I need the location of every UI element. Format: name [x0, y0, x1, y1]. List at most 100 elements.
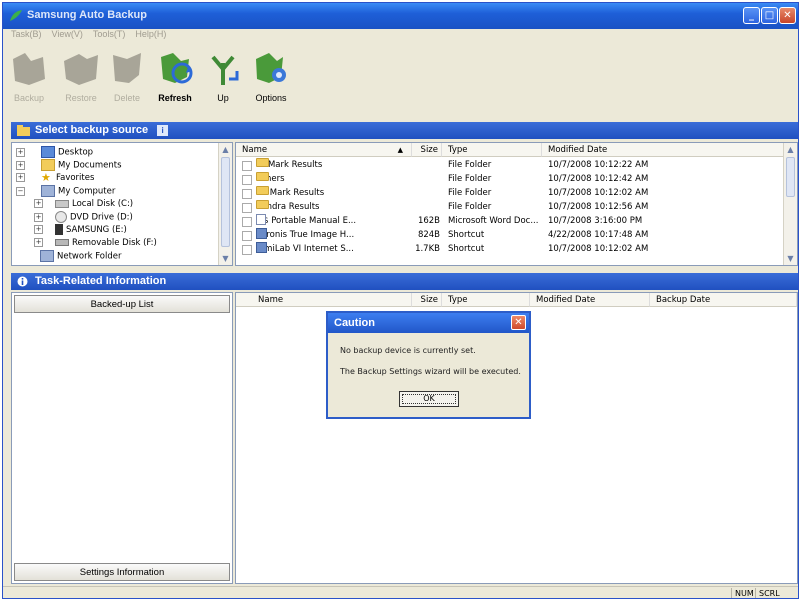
file-modified-date: 10/7/2008 10:12:56 AM	[548, 202, 649, 212]
column-modified-date[interactable]: Modified Date	[542, 143, 785, 157]
task-column-size[interactable]: Size	[412, 293, 442, 307]
file-name: PC Mark Results	[256, 186, 325, 198]
restore-button[interactable]: Restore	[57, 49, 105, 113]
file-type: File Folder	[448, 188, 492, 198]
column-type[interactable]: Type	[442, 143, 542, 157]
caution-dialog: Caution ✕ No backup device is currently …	[326, 311, 531, 419]
file-type: File Folder	[448, 160, 492, 170]
file-name: ~$ Portable Manual E...	[256, 214, 357, 226]
expand-icon[interactable]: +	[16, 160, 25, 170]
column-name[interactable]: Name ▲	[236, 143, 412, 157]
title-bar: Samsung Auto Backup _ □ ✕	[3, 3, 798, 29]
task-column-backup-date[interactable]: Backup Date	[650, 293, 797, 307]
scroll-thumb[interactable]	[786, 157, 795, 197]
up-button[interactable]: Up	[199, 49, 247, 113]
scroll-lock-indicator: SCRL	[755, 588, 783, 598]
menu-tools[interactable]: Tools(T)	[93, 29, 126, 43]
file-size: 824B	[417, 230, 440, 240]
backup-button[interactable]: Backup	[5, 49, 53, 113]
dialog-close-button[interactable]: ✕	[511, 315, 526, 330]
expand-icon[interactable]: +	[16, 147, 25, 157]
task-column-name[interactable]: Name	[236, 293, 412, 307]
file-type: File Folder	[448, 174, 492, 184]
file-row[interactable]: Others File Folder 10/7/2008 10:12:42 AM	[236, 172, 785, 186]
collapse-icon[interactable]: −	[16, 186, 25, 196]
row-checkbox[interactable]	[242, 203, 252, 213]
expand-icon[interactable]: +	[34, 199, 43, 208]
hard-disk-icon	[55, 199, 69, 208]
app-window: Samsung Auto Backup _ □ ✕ Task(B) View(V…	[2, 2, 799, 599]
toolbar: Backup Restore Delete Refresh Up Options	[3, 43, 798, 115]
file-name: Others	[256, 172, 285, 184]
file-size: 1.7KB	[415, 244, 440, 254]
file-type: File Folder	[448, 202, 492, 212]
scroll-up-icon[interactable]: ▲	[220, 144, 231, 155]
file-modified-date: 10/7/2008 10:12:02 AM	[548, 188, 649, 198]
file-row[interactable]: PC Mark Results File Folder 10/7/2008 10:1…	[236, 186, 785, 200]
file-row[interactable]: Sandra Results File Folder 10/7/2008 10:12…	[236, 200, 785, 214]
file-row[interactable]: 3DMark Results File Folder 10/7/2008 10:12…	[236, 158, 785, 172]
tree-item-my-computer[interactable]: − My Computer	[16, 185, 115, 198]
folder-icon	[256, 200, 269, 209]
file-row[interactable]: AlmiLab VI Internet S... 1.7KB Shortcut 10/…	[236, 242, 785, 256]
expand-icon[interactable]: +	[34, 225, 43, 234]
file-list: Name ▲ Size Type Modified Date 3DMark Res…	[235, 142, 798, 266]
tree-item-removable-disk[interactable]: + Removable Disk (F:)	[34, 237, 157, 250]
delete-button[interactable]: Delete	[103, 49, 151, 113]
column-size[interactable]: Size	[412, 143, 442, 157]
tree-item-desktop[interactable]: + Desktop	[16, 146, 93, 159]
tree-item-dvd-drive[interactable]: + DVD Drive (D:)	[34, 211, 133, 224]
expand-icon[interactable]: +	[16, 173, 25, 182]
info-circle-icon	[17, 276, 28, 287]
file-name: 3DMark Results	[256, 158, 323, 170]
file-row[interactable]: Acronis True Image H... 824B Shortcut 4/22/…	[236, 228, 785, 242]
file-name: Acronis True Image H...	[256, 228, 355, 240]
settings-information-button[interactable]: Settings Information	[14, 563, 230, 581]
row-checkbox[interactable]	[242, 161, 252, 171]
task-column-type[interactable]: Type	[442, 293, 530, 307]
expand-icon[interactable]: +	[34, 238, 43, 247]
menu-help[interactable]: Help(H)	[135, 29, 166, 43]
tree-scrollbar[interactable]: ▲ ▼	[218, 143, 232, 265]
ok-button[interactable]: OK	[399, 391, 459, 407]
scroll-down-icon[interactable]: ▼	[220, 253, 231, 264]
expand-icon[interactable]: +	[34, 212, 43, 222]
minimize-button[interactable]: _	[743, 7, 760, 24]
num-lock-indicator: NUM	[731, 588, 757, 598]
row-checkbox[interactable]	[242, 189, 252, 199]
folder-icon	[17, 125, 30, 136]
tree-item-favorites[interactable]: + ★ Favorites	[16, 172, 94, 185]
task-column-modified-date[interactable]: Modified Date	[530, 293, 650, 307]
folder-icon	[256, 158, 269, 167]
maximize-button[interactable]: □	[761, 7, 778, 24]
row-checkbox[interactable]	[242, 175, 252, 185]
star-icon: ★	[41, 170, 51, 184]
tree-item-my-documents[interactable]: + My Documents	[16, 159, 122, 172]
backed-up-list-button[interactable]: Backed-up List	[14, 295, 230, 313]
row-checkbox[interactable]	[242, 231, 252, 241]
dialog-message-line2: The Backup Settings wizard will be execu…	[340, 367, 521, 376]
file-row[interactable]: ~$ Portable Manual E... 162B Microsoft Wor…	[236, 214, 785, 228]
tree-item-network-folder[interactable]: Network Folder	[16, 250, 121, 263]
word-document-icon	[256, 214, 266, 225]
documents-folder-icon	[41, 159, 55, 171]
scroll-up-icon[interactable]: ▲	[785, 144, 796, 155]
scroll-down-icon[interactable]: ▼	[785, 253, 796, 264]
info-icon[interactable]: i	[157, 124, 169, 136]
close-button[interactable]: ✕	[779, 7, 796, 24]
task-left-pane: Backed-up List Settings Information	[11, 292, 233, 584]
scroll-thumb[interactable]	[221, 157, 230, 247]
computer-icon	[41, 185, 55, 197]
refresh-icon	[161, 53, 193, 84]
menu-view[interactable]: View(V)	[52, 29, 83, 43]
row-checkbox[interactable]	[242, 245, 252, 255]
refresh-button[interactable]: Refresh	[151, 49, 199, 113]
file-list-scrollbar[interactable]: ▲ ▼	[783, 143, 797, 265]
file-modified-date: 10/7/2008 3:16:00 PM	[548, 216, 643, 226]
options-button[interactable]: Options	[247, 49, 295, 113]
file-type: Shortcut	[448, 230, 485, 240]
tree-item-samsung[interactable]: + SAMSUNG (E:)	[34, 224, 127, 237]
tree-item-local-disk[interactable]: + Local Disk (C:)	[34, 198, 133, 211]
row-checkbox[interactable]	[242, 217, 252, 227]
menu-task[interactable]: Task(B)	[11, 29, 42, 43]
